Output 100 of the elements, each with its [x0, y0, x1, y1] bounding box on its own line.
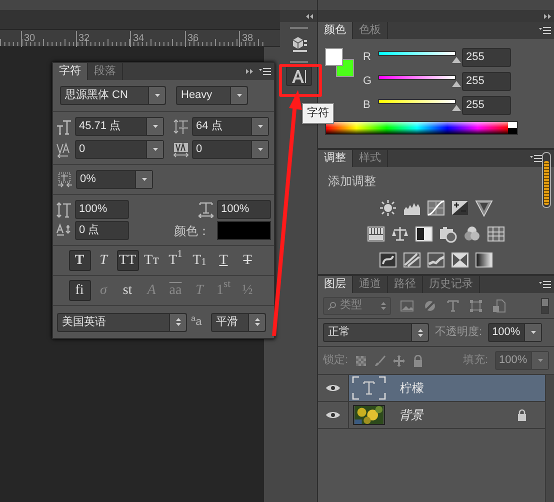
text-color-swatch[interactable] — [217, 221, 271, 240]
panel-tab[interactable]: 路径 — [388, 276, 423, 293]
horizontal-scale-field[interactable]: 100% — [217, 200, 271, 219]
caret-icon — [152, 125, 158, 128]
tsume-icon — [57, 172, 73, 188]
menu-icon — [530, 155, 542, 162]
text-style-button[interactable]: T — [92, 250, 114, 271]
triangle-icon[interactable] — [475, 199, 493, 217]
tsume-field[interactable]: 0% — [76, 170, 153, 189]
caret-icon — [152, 148, 158, 151]
color-spectrum[interactable] — [325, 121, 518, 135]
kerning-field[interactable]: 0 — [75, 140, 164, 159]
brightness-icon[interactable] — [379, 199, 397, 217]
tracking-icon — [173, 142, 189, 158]
layer-row[interactable]: 背景 — [318, 402, 545, 429]
gradient-icon[interactable] — [475, 251, 493, 269]
panel-tab[interactable]: 段落 — [88, 63, 123, 80]
kerning-icon — [56, 142, 72, 158]
text-style-button[interactable]: st — [116, 280, 138, 301]
channel-value-field[interactable]: 255 — [462, 72, 511, 91]
stepper-icon — [254, 318, 260, 326]
slider-thumb-icon[interactable] — [452, 57, 460, 63]
vertical-scale-field[interactable]: 100% — [75, 200, 129, 219]
opacity-field[interactable]: 100% — [488, 323, 542, 342]
anti-alias-icon: $^{a}$a — [191, 314, 207, 330]
anti-alias-dropdown[interactable]: 平滑 — [211, 312, 266, 332]
baseline-shift-icon — [56, 222, 72, 238]
tooltip: 字符 — [302, 103, 334, 124]
channel-value-field[interactable]: 255 — [462, 96, 511, 115]
hue-saturation-icon[interactable] — [367, 225, 385, 243]
collapse-icon — [306, 14, 313, 18]
channel-label: R — [363, 50, 372, 66]
baseline-shift-field[interactable]: 0 点 — [75, 221, 129, 240]
blend-mode-dropdown[interactable]: 正常 — [323, 323, 429, 342]
color-label: 颜色： — [174, 222, 210, 240]
channel-value-field[interactable]: 255 — [462, 48, 511, 67]
caret-icon — [154, 94, 160, 97]
panel-tab[interactable]: 调整 — [318, 150, 353, 167]
panel-tab[interactable]: 历史记录 — [423, 276, 480, 293]
text-style-button[interactable]: Tт — [140, 250, 162, 271]
layer-name: 柠檬 — [400, 380, 425, 397]
panel-tab[interactable]: 样式 — [353, 150, 388, 167]
hourglass-icon[interactable] — [451, 251, 469, 269]
slider-thumb-icon[interactable] — [452, 81, 460, 87]
search-icon — [328, 302, 336, 310]
horizontal-scale-icon — [198, 202, 214, 218]
text-style-button[interactable]: T — [68, 250, 90, 271]
three-circles-icon[interactable] — [463, 225, 481, 243]
text-style-button[interactable]: T$^{1}$ — [164, 250, 186, 271]
slider-thumb-icon[interactable] — [452, 105, 460, 111]
font-style-dropdown[interactable]: Heavy — [176, 86, 248, 105]
caret-icon — [258, 125, 262, 128]
half-square-icon[interactable] — [415, 225, 433, 243]
caret-icon — [142, 178, 146, 181]
font-size-field[interactable]: 45.71 点 — [75, 117, 164, 136]
text-layer-thumbnail-icon — [352, 376, 386, 400]
text-style-button[interactable]: T — [212, 250, 234, 271]
filter-toggle[interactable] — [541, 298, 549, 314]
panel-tab[interactable]: 字符 — [53, 63, 88, 80]
panel-tab[interactable]: 通道 — [353, 276, 388, 293]
opacity-label: 不透明度: — [435, 324, 482, 340]
camera-icon[interactable] — [439, 225, 457, 243]
stepper-icon — [381, 302, 386, 310]
diagonal-stripes-icon[interactable] — [403, 251, 421, 269]
leading-icon — [173, 118, 189, 134]
stepper-icon — [176, 318, 180, 326]
tracking-field[interactable]: 0 — [192, 140, 269, 159]
text-style-button[interactable]: TT — [116, 250, 138, 271]
eye-icon — [326, 384, 340, 392]
cube-icon[interactable] — [290, 36, 306, 52]
exposure-icon[interactable] — [451, 199, 469, 217]
grid-icon[interactable] — [487, 225, 505, 243]
channel-label: B — [363, 98, 372, 114]
type-tool-icon — [290, 69, 306, 83]
font-size-icon — [56, 118, 72, 134]
language-dropdown[interactable]: 美国英语 — [57, 312, 187, 332]
layer-row[interactable]: 柠檬 — [318, 375, 545, 402]
balance-scale-icon[interactable] — [391, 225, 409, 243]
channel-label: G — [363, 74, 373, 90]
lock-icon — [517, 409, 527, 421]
font-family-dropdown[interactable]: 思源黑体 CN — [60, 86, 166, 105]
menu-icon — [539, 27, 551, 34]
text-style-button[interactable]: fi — [68, 280, 90, 301]
text-style-button[interactable]: T — [236, 250, 258, 271]
invert-icon[interactable] — [379, 251, 397, 269]
menu-icon — [539, 281, 551, 288]
scrollbar[interactable] — [545, 375, 554, 502]
wave-icon[interactable] — [427, 251, 445, 269]
character-panel-button[interactable] — [286, 66, 312, 86]
curves-icon[interactable] — [427, 199, 445, 217]
vertical-scale-icon — [56, 202, 72, 218]
panel-tab[interactable]: 颜色 — [318, 22, 353, 39]
leading-field[interactable]: 64 点 — [192, 117, 269, 136]
panel-tab[interactable]: 色板 — [353, 22, 388, 39]
panel-tab[interactable]: 图层 — [318, 276, 353, 293]
expand-icon — [246, 69, 253, 74]
scrollbar[interactable] — [542, 152, 551, 208]
text-style-button[interactable]: T$_{1}$ — [188, 250, 210, 271]
caret-icon — [538, 359, 542, 362]
color-swatches[interactable] — [325, 48, 354, 77]
